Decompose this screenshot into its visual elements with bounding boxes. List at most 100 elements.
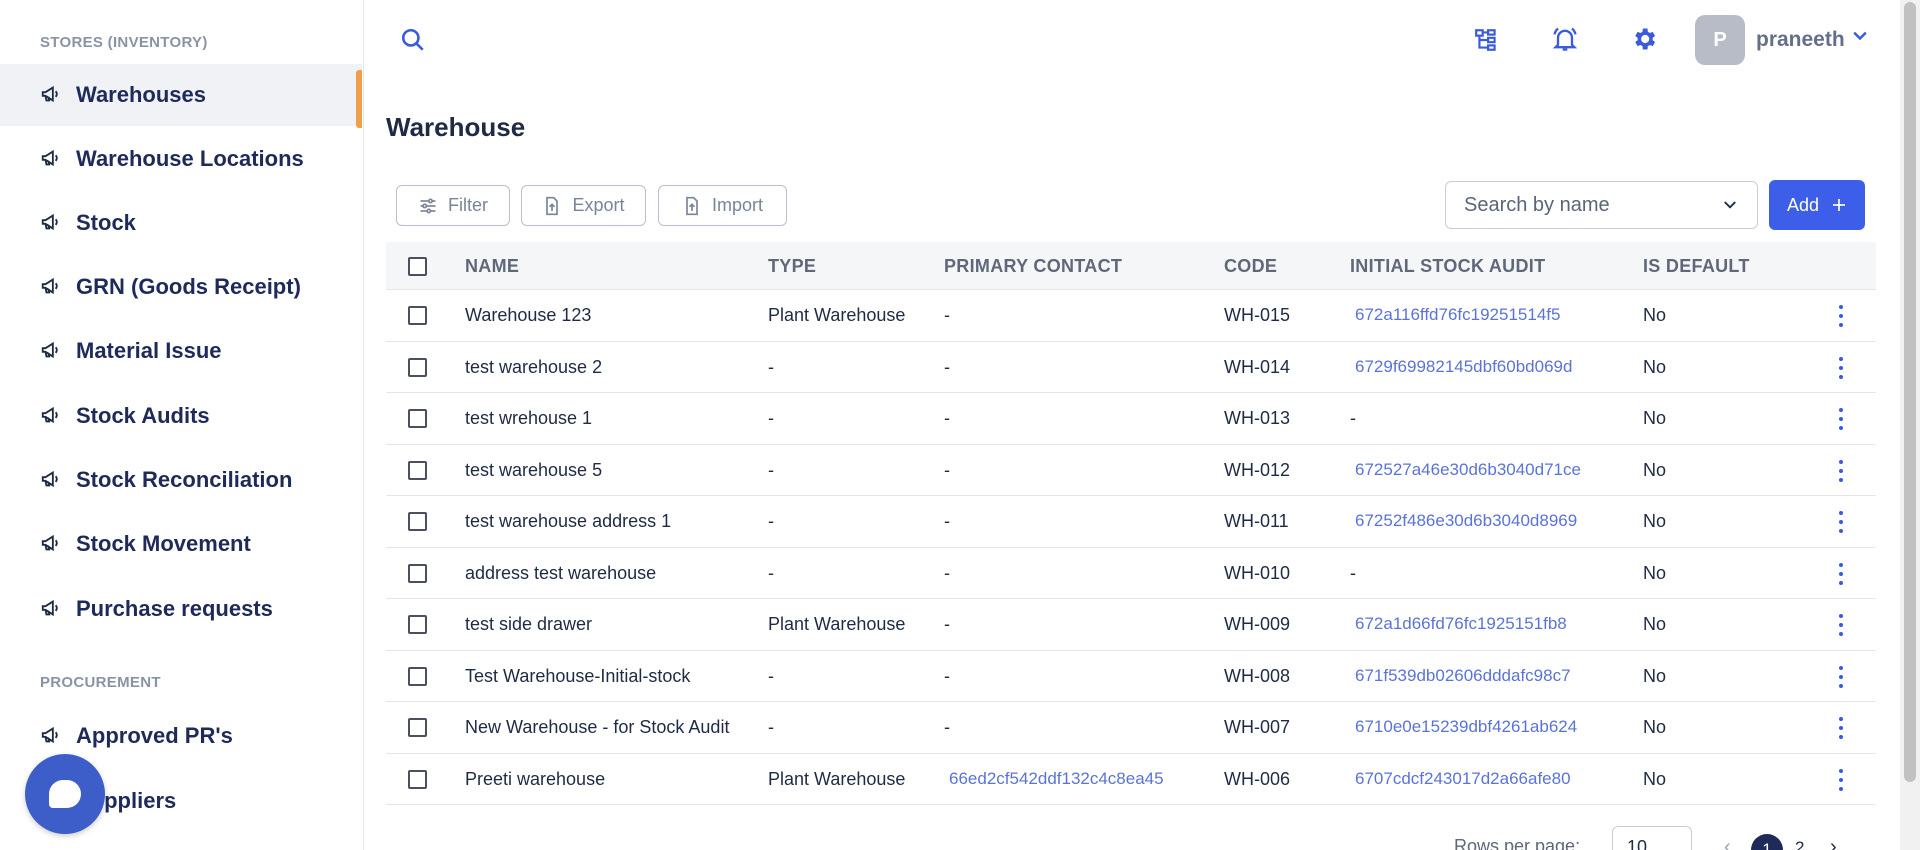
scrollbar[interactable] bbox=[1900, 0, 1920, 850]
sidebar-item-label: Warehouses bbox=[76, 82, 207, 107]
table-row[interactable]: Preeti warehouse Plant Warehouse 66ed2cf54… bbox=[386, 754, 1876, 805]
gear-icon[interactable] bbox=[1628, 23, 1660, 55]
rows-per-page-select[interactable]: 10 bbox=[1612, 826, 1692, 850]
more-vertical-icon[interactable] bbox=[1831, 614, 1851, 636]
row-checkbox[interactable] bbox=[408, 769, 427, 789]
sidebar-item-material-issue[interactable]: Material Issue bbox=[0, 320, 362, 382]
sidebar-item-label: Warehouse Locations bbox=[76, 146, 304, 171]
sliders-icon bbox=[420, 198, 436, 213]
prev-page-icon[interactable]: ‹ bbox=[1724, 836, 1731, 850]
cell-name: test side drawer bbox=[465, 614, 593, 634]
cell-name: Warehouse 123 bbox=[465, 305, 592, 325]
cell-type: - bbox=[768, 459, 774, 480]
row-checkbox[interactable] bbox=[408, 409, 427, 428]
table-row[interactable]: Test Warehouse-Initial-stock - - WH-008 671f… bbox=[386, 651, 1876, 702]
row-checkbox[interactable] bbox=[408, 563, 427, 583]
username[interactable]: praneeth bbox=[1756, 28, 1845, 52]
cell-primary-contact[interactable]: 66ed2cf542ddf132c4c8ea45 bbox=[949, 769, 1164, 789]
import-label: Import bbox=[711, 195, 763, 215]
sidebar-item-purchase-requests[interactable]: Purchase requests bbox=[0, 578, 362, 640]
row-checkbox[interactable] bbox=[408, 718, 427, 737]
more-vertical-icon[interactable] bbox=[1831, 408, 1851, 430]
table-row[interactable]: test warehouse 5 - - WH-012 672527a46e30d6b3… bbox=[386, 445, 1876, 496]
select-all-checkbox[interactable] bbox=[408, 257, 427, 276]
sidebar-item-stock-reconciliation[interactable]: Stock Reconciliation bbox=[0, 449, 362, 511]
row-checkbox[interactable] bbox=[408, 666, 427, 686]
cell-is-default: No bbox=[1643, 511, 1667, 531]
table-row[interactable]: test warehouse address 1 - - WH-011 67252f48… bbox=[386, 496, 1876, 548]
export-button[interactable]: Export bbox=[521, 185, 646, 226]
table-row[interactable]: test wrehouse 1 - - WH-013 - No bbox=[386, 393, 1876, 445]
cell-initial-stock-audit[interactable]: 672a1d66fd76fc1925151fb8 bbox=[1355, 614, 1567, 634]
table-row[interactable]: Warehouse 123 Plant Warehouse - WH-015 672a1… bbox=[386, 290, 1876, 342]
chevron-down-icon[interactable] bbox=[1850, 26, 1870, 51]
cell-code: WH-006 bbox=[1224, 768, 1291, 789]
cell-name: test warehouse 2 bbox=[465, 356, 603, 377]
column-header-initial-stock-audit[interactable]: INITIAL STOCK AUDIT bbox=[1350, 256, 1545, 277]
page-2-button[interactable]: 2 bbox=[1795, 838, 1804, 850]
cell-initial-stock-audit[interactable]: 671f539db02606dddafc98c7 bbox=[1355, 666, 1571, 686]
more-vertical-icon[interactable] bbox=[1831, 511, 1851, 533]
avatar[interactable]: P bbox=[1695, 15, 1745, 65]
cell-name: Test Warehouse-Initial-stock bbox=[465, 665, 691, 686]
cell-initial-stock-audit[interactable]: 67252f486e30d6b3040d8969 bbox=[1355, 511, 1577, 531]
more-vertical-icon[interactable] bbox=[1831, 305, 1851, 327]
sidebar-item-grn-goods-receipt[interactable]: GRN (Goods Receipt) bbox=[0, 256, 362, 318]
import-icon bbox=[686, 196, 698, 215]
sidebar-item-stock-movement[interactable]: Stock Movement bbox=[0, 513, 362, 575]
row-checkbox[interactable] bbox=[408, 615, 427, 634]
column-header-type[interactable]: TYPE bbox=[768, 256, 816, 277]
bell-icon[interactable] bbox=[1549, 23, 1581, 55]
cell-initial-stock-audit[interactable]: 672527a46e30d6b3040d71ce bbox=[1355, 460, 1581, 480]
more-vertical-icon[interactable] bbox=[1831, 768, 1851, 791]
cell-initial-stock-audit: - bbox=[1350, 408, 1356, 428]
cell-initial-stock-audit[interactable]: 6729f69982145dbf60bd069d bbox=[1355, 357, 1572, 377]
cell-primary-contact: - bbox=[944, 511, 950, 531]
cell-type: - bbox=[768, 562, 774, 583]
table-row[interactable]: test warehouse 2 - - WH-014 6729f69982145dbf… bbox=[386, 342, 1876, 393]
chat-widget-button[interactable] bbox=[25, 754, 105, 834]
cell-type: - bbox=[768, 356, 774, 377]
column-header-code[interactable]: CODE bbox=[1224, 256, 1277, 277]
sidebar-item-stock-audits[interactable]: Stock Audits bbox=[0, 385, 362, 447]
sidebar-item-label: Approved PR's bbox=[76, 723, 233, 748]
sidebar-item-warehouses[interactable]: Warehouses bbox=[0, 64, 362, 128]
page-1-button[interactable]: 1 bbox=[1751, 834, 1783, 850]
filter-button[interactable]: Filter bbox=[396, 185, 510, 226]
cell-initial-stock-audit[interactable]: 672a116ffd76fc19251514f5 bbox=[1355, 305, 1560, 325]
cell-initial-stock-audit[interactable]: 6710e0e15239dbf4261ab624 bbox=[1355, 717, 1577, 737]
cell-name: test wrehouse 1 bbox=[465, 408, 593, 428]
column-header-name[interactable]: NAME bbox=[465, 256, 519, 277]
row-checkbox[interactable] bbox=[408, 512, 427, 531]
column-header-is-default[interactable]: IS DEFAULT bbox=[1643, 256, 1750, 277]
cell-initial-stock-audit[interactable]: 6707cdcf243017d2a66afe80 bbox=[1355, 769, 1571, 789]
search-by-name-select[interactable]: Search by name bbox=[1445, 181, 1758, 229]
scrollbar-thumb[interactable] bbox=[1904, 2, 1916, 782]
table-row[interactable]: address test warehouse - - WH-010 - No bbox=[386, 548, 1876, 599]
row-checkbox[interactable] bbox=[408, 306, 427, 325]
more-vertical-icon[interactable] bbox=[1831, 562, 1851, 585]
sidebar-item-warehouse-locations[interactable]: Warehouse Locations bbox=[0, 128, 362, 190]
row-checkbox[interactable] bbox=[408, 357, 427, 377]
row-checkbox[interactable] bbox=[408, 460, 427, 480]
import-button[interactable]: Import bbox=[658, 185, 787, 226]
sidebar-item-label: Material Issue bbox=[76, 338, 222, 363]
cell-is-default: No bbox=[1643, 305, 1667, 325]
table-row[interactable]: New Warehouse - for Stock Audit - - WH-007 6… bbox=[386, 702, 1876, 754]
more-vertical-icon[interactable] bbox=[1831, 665, 1851, 688]
more-vertical-icon[interactable] bbox=[1831, 717, 1851, 739]
next-page-icon[interactable]: › bbox=[1830, 836, 1837, 850]
sidebar-item-stock[interactable]: Stock bbox=[0, 192, 362, 254]
sidebar-item-label: Stock Audits bbox=[76, 403, 210, 428]
add-button[interactable]: Add bbox=[1769, 180, 1865, 230]
hierarchy-icon[interactable] bbox=[1471, 24, 1503, 56]
cell-initial-stock-audit: - bbox=[1350, 562, 1356, 583]
cell-name: test warehouse 5 bbox=[465, 459, 603, 480]
more-vertical-icon[interactable] bbox=[1831, 459, 1851, 482]
more-vertical-icon[interactable] bbox=[1831, 356, 1851, 379]
cell-primary-contact: - bbox=[944, 562, 950, 583]
table-row[interactable]: test side drawer Plant Warehouse - WH-009 67… bbox=[386, 599, 1876, 651]
column-header-primary-contact[interactable]: PRIMARY CONTACT bbox=[944, 256, 1122, 277]
search-icon[interactable] bbox=[397, 24, 429, 56]
cell-primary-contact: - bbox=[944, 356, 950, 377]
